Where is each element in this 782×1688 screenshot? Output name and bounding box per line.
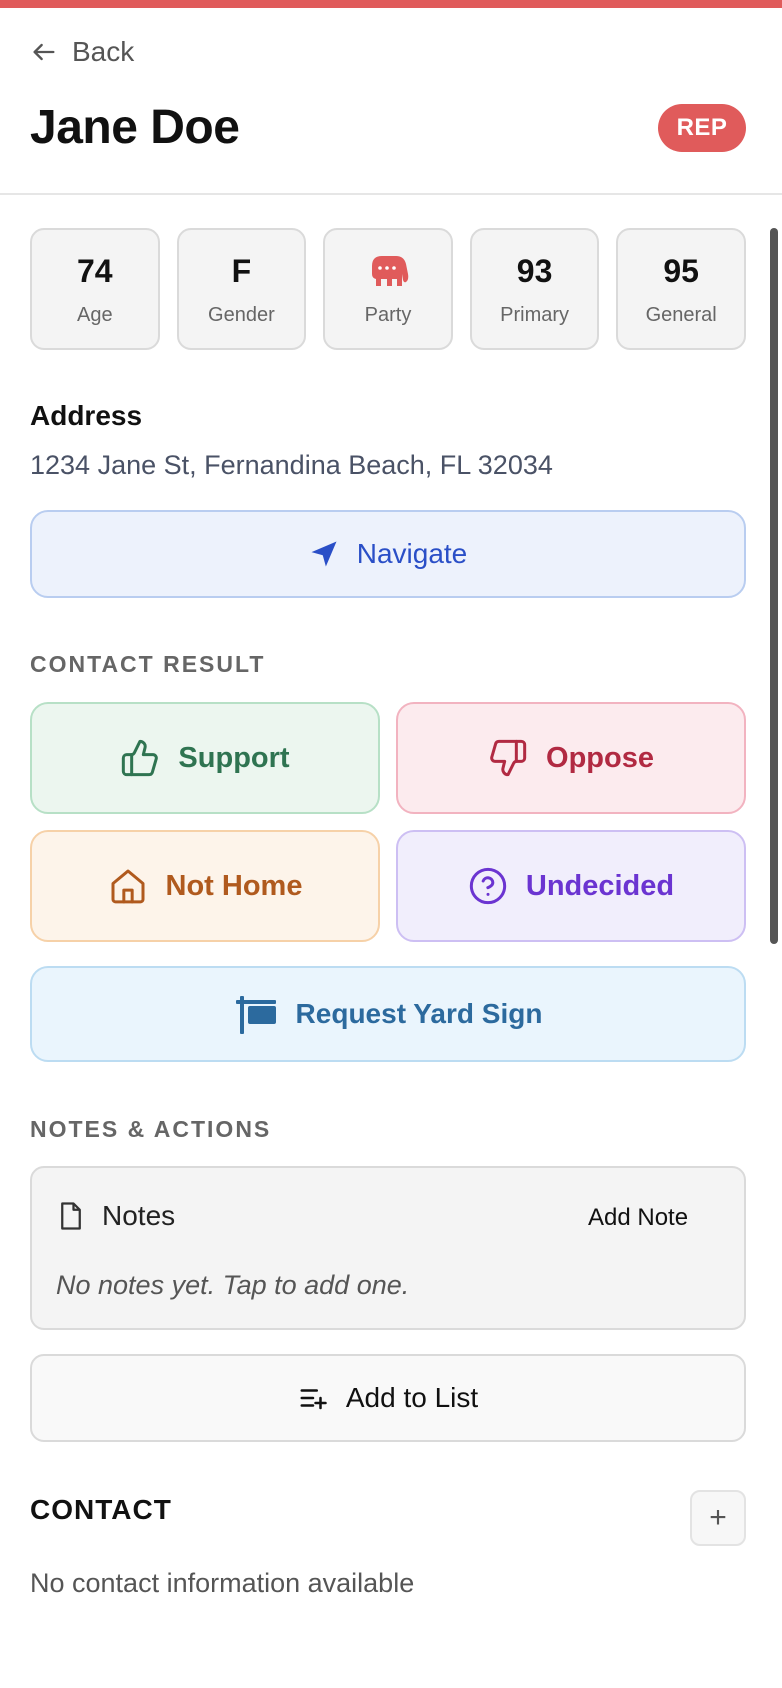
yard-sign-label: Request Yard Sign: [295, 998, 543, 1029]
stat-age: 74 Age: [30, 228, 160, 350]
stat-gender: F Gender: [176, 228, 307, 350]
support-label: Support: [178, 741, 290, 774]
oppose-button[interactable]: Oppose: [396, 702, 746, 814]
question-circle-icon: [469, 867, 507, 905]
stat-general-value: 95: [663, 253, 699, 289]
navigate-button[interactable]: Navigate: [30, 510, 746, 598]
yard-sign-icon: [235, 996, 276, 1034]
stat-primary: 93 Primary: [469, 228, 600, 350]
contact-empty-text: No contact information available: [30, 1568, 415, 1598]
add-note-button[interactable]: Add Note: [588, 1204, 688, 1232]
stat-gender-value: F: [231, 253, 252, 289]
stat-general-label: General: [645, 303, 717, 326]
notes-empty-text: No notes yet. Tap to add one.: [56, 1270, 410, 1300]
notes-actions-heading: NOTES & ACTIONS: [30, 1116, 272, 1142]
voter-header: Back Jane Doe REP: [0, 8, 782, 195]
document-icon: [61, 1202, 81, 1230]
add-contact-button[interactable]: +: [690, 1490, 746, 1546]
contact-heading: CONTACT: [30, 1494, 172, 1525]
oppose-label: Oppose: [546, 741, 654, 774]
notes-header: Notes: [56, 1200, 175, 1232]
stat-age-value: 74: [77, 253, 113, 289]
add-to-list-label: Add to List: [345, 1382, 479, 1413]
top-accent-bar: [0, 0, 782, 8]
stat-party-value: [366, 252, 410, 292]
address-text: 1234 Jane St, Fernandina Beach, FL 32034: [30, 450, 553, 480]
voter-name: Jane Doe: [30, 101, 240, 154]
support-button[interactable]: Support: [30, 702, 380, 814]
stat-party: Party: [323, 228, 453, 350]
voter-stats: 74 Age F Gender Party 93 Primary 95 Gene…: [30, 228, 746, 350]
navigate-label: Navigate: [356, 538, 468, 569]
list-plus-icon: [300, 1389, 327, 1410]
thumbs-down-icon: [490, 739, 527, 777]
stat-gender-label: Gender: [208, 303, 275, 326]
undecided-button[interactable]: Undecided: [396, 830, 746, 942]
thumbs-up-icon: [122, 739, 159, 777]
contact-result-heading: CONTACT RESULT: [30, 651, 266, 677]
notes-title: Notes: [102, 1200, 176, 1231]
request-yard-sign-button[interactable]: Request Yard Sign: [30, 966, 746, 1062]
not-home-button[interactable]: Not Home: [30, 830, 380, 942]
stat-primary-value: 93: [516, 253, 553, 289]
stat-party-label: Party: [364, 303, 412, 326]
add-to-list-button[interactable]: Add to List: [30, 1354, 746, 1442]
stat-age-label: Age: [77, 303, 113, 326]
elephant-icon: [371, 255, 409, 286]
party-badge: REP: [658, 104, 746, 152]
back-label: Back: [72, 36, 135, 67]
back-button[interactable]: Back: [30, 36, 134, 68]
arrow-left-icon: [33, 43, 55, 61]
not-home-label: Not Home: [165, 869, 303, 902]
scrollbar[interactable]: [770, 228, 778, 944]
navigation-arrow-icon: [311, 541, 337, 567]
undecided-label: Undecided: [525, 869, 675, 902]
address-title: Address: [30, 400, 143, 431]
notes-card[interactable]: Notes Add Note No notes yet. Tap to add …: [30, 1166, 746, 1330]
home-icon: [111, 869, 145, 904]
stat-primary-label: Primary: [500, 303, 570, 326]
stat-general: 95 General: [616, 228, 746, 350]
